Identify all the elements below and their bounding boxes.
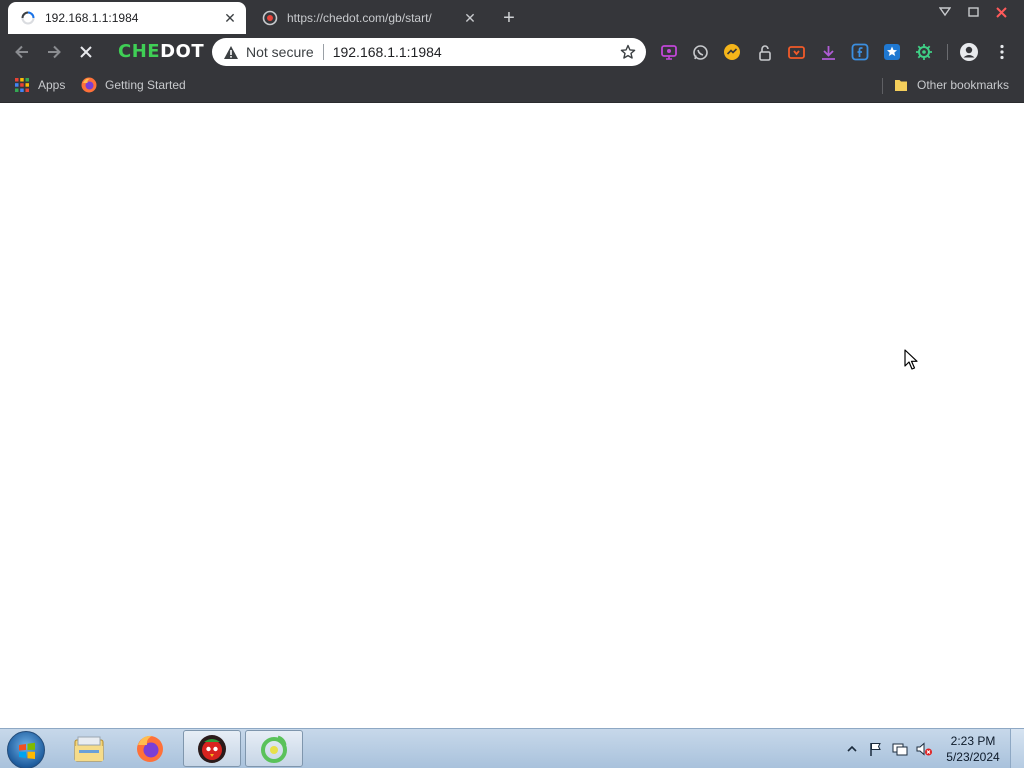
apps-grid-icon xyxy=(14,77,30,93)
bookmark-star-icon[interactable] xyxy=(617,41,639,63)
taskbar-firefox[interactable] xyxy=(121,730,179,767)
bookmark-getting-started[interactable]: Getting Started xyxy=(81,75,186,95)
tab-inactive[interactable]: https://chedot.com/gb/start/ ✕ xyxy=(250,2,486,34)
clock-time: 2:23 PM xyxy=(950,734,996,748)
forward-arrow-icon xyxy=(48,45,61,59)
gear-extension-icon[interactable] xyxy=(914,42,934,62)
window-controls xyxy=(936,3,1010,21)
show-hidden-icons-icon[interactable] xyxy=(842,739,862,759)
chedot-logo: CHEDOT xyxy=(118,41,205,62)
lock-icon[interactable] xyxy=(755,42,775,62)
folder-icon xyxy=(893,77,909,93)
url-text[interactable]: 192.168.1.1:1984 xyxy=(333,44,617,60)
profile-icon[interactable] xyxy=(959,42,979,62)
new-tab-button[interactable]: + xyxy=(497,6,521,30)
bookmarks-divider xyxy=(882,78,883,94)
chedot-favicon-icon xyxy=(262,10,278,26)
start-button[interactable] xyxy=(7,731,45,768)
taskbar-chedot[interactable] xyxy=(245,730,303,767)
tab-strip: 192.168.1.1:1984 ✕ https://chedot.com/gb… xyxy=(0,0,1024,34)
windows-logo-icon xyxy=(19,742,35,759)
action-center-flag-icon[interactable] xyxy=(866,739,886,759)
tab-title: 192.168.1.1:1984 xyxy=(45,11,139,25)
close-icon[interactable]: ✕ xyxy=(460,8,480,28)
address-bar[interactable]: Not secure 192.168.1.1:1984 xyxy=(212,38,646,66)
security-status[interactable]: Not secure xyxy=(246,44,314,60)
stop-loading-button[interactable] xyxy=(72,38,100,66)
angry-bird-app-icon xyxy=(198,734,226,763)
menu-dots-icon[interactable] xyxy=(992,42,1012,62)
taskbar-explorer[interactable] xyxy=(60,730,118,767)
browser-toolbar: CHEDOT Not secure 192.168.1.1:1984 xyxy=(0,34,1024,70)
loading-spinner-icon xyxy=(20,10,36,26)
firefox-icon xyxy=(81,77,97,93)
omnibox-divider xyxy=(322,44,324,60)
download-icon[interactable] xyxy=(818,42,838,62)
whatsapp-icon[interactable] xyxy=(690,42,710,62)
system-tray xyxy=(842,729,938,768)
messenger-icon[interactable] xyxy=(722,42,742,62)
show-desktop-button[interactable] xyxy=(1010,729,1024,768)
windows-taskbar: 2:23 PM 5/23/2024 xyxy=(0,728,1024,768)
back-arrow-icon xyxy=(15,45,28,59)
facebook-icon[interactable] xyxy=(850,42,870,62)
bookmark-label: Other bookmarks xyxy=(917,78,1010,92)
screen-share-icon[interactable] xyxy=(659,42,679,62)
bookmark-label: Getting Started xyxy=(105,78,186,92)
clock-date: 5/23/2024 xyxy=(946,750,1000,764)
video-download-icon[interactable] xyxy=(786,42,806,62)
mouse-cursor-icon xyxy=(904,349,918,370)
explorer-icon xyxy=(74,736,104,761)
close-icon[interactable]: ✕ xyxy=(220,8,240,28)
tab-active[interactable]: 192.168.1.1:1984 ✕ xyxy=(8,2,246,34)
warning-icon[interactable] xyxy=(223,44,239,60)
firefox-icon xyxy=(137,735,163,762)
bookmark-label: Apps xyxy=(38,78,66,92)
forward-button[interactable] xyxy=(40,38,68,66)
tab-title: https://chedot.com/gb/start/ xyxy=(287,11,432,25)
page-content[interactable] xyxy=(0,103,1024,728)
back-button[interactable] xyxy=(8,38,36,66)
bookmarks-bar: Apps Getting Started Other bookmarks xyxy=(0,70,1024,103)
taskbar-clock[interactable]: 2:23 PM 5/23/2024 xyxy=(938,733,1008,765)
bookmark-apps[interactable]: Apps xyxy=(14,75,65,95)
bookmark-other[interactable]: Other bookmarks xyxy=(893,75,1009,95)
maximize-icon[interactable] xyxy=(964,3,982,21)
taskbar-angry-bird-app[interactable] xyxy=(183,730,241,767)
stop-icon xyxy=(80,46,92,58)
close-window-icon[interactable] xyxy=(992,3,1010,21)
chedot-icon xyxy=(261,735,287,763)
star-badge-icon[interactable] xyxy=(882,42,902,62)
network-icon[interactable] xyxy=(890,739,910,759)
toolbar-divider xyxy=(947,44,948,60)
volume-muted-icon[interactable] xyxy=(914,739,934,759)
minimize-icon[interactable] xyxy=(936,3,954,21)
